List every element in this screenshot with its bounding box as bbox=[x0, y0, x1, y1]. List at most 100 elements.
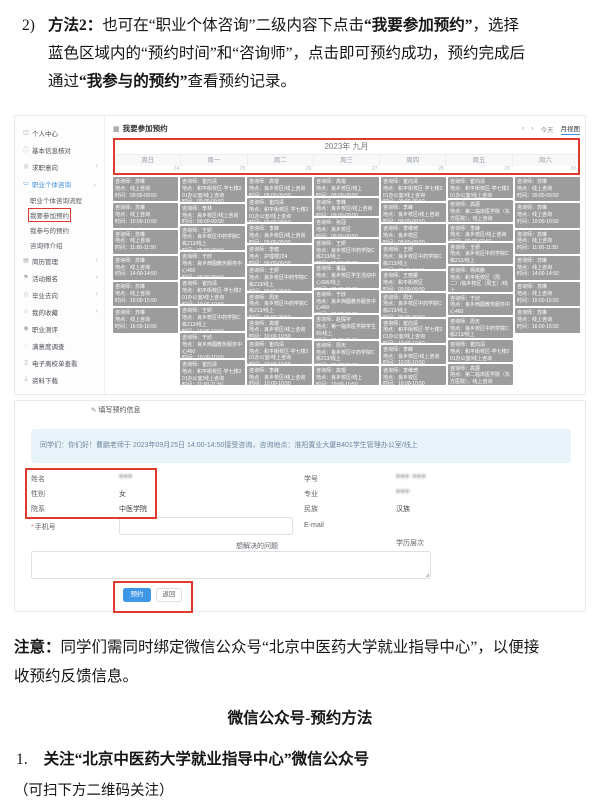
today-button[interactable]: 今天 bbox=[541, 124, 554, 134]
next-month-button[interactable]: › bbox=[531, 125, 533, 132]
appointment-slot[interactable]: 咨询师：苏琳地点：线上咨询时间：16:00-16:50 bbox=[515, 308, 580, 332]
appointment-slot[interactable]: 咨询师：董磊地点：良乡校区学生活动中心306/线上时间：09:00-09:50 bbox=[314, 264, 379, 288]
appointment-slot[interactable]: 咨询师：高琨地点：良乡校区/线上时间：09:00-09:50 bbox=[314, 177, 379, 196]
appointment-slot[interactable]: 咨询师：于欣地点：良乡西图教务服务中心460时间：09:00-09:50 bbox=[180, 252, 245, 277]
appointment-slot[interactable]: 咨询师：崔向清地点：和平街校区-学七楼201办公室/线上咨询时间：10:00-1… bbox=[247, 340, 312, 364]
appointment-slot[interactable]: 咨询师：李峰地点：良乡校区/线上咨询时间：09:00-09:50 bbox=[448, 224, 513, 241]
sidebar-item[interactable]: ⓘ基本信息核对 bbox=[15, 141, 104, 158]
ethnicity-label: 民族 bbox=[304, 504, 318, 514]
slot-time: 时间：10:00-10:50 bbox=[383, 341, 444, 343]
sidebar-item[interactable]: ◉职业测评 bbox=[15, 320, 104, 337]
submit-reservation-button[interactable]: 预约 bbox=[123, 588, 151, 602]
slot-time: 时间：09:00-09:50 bbox=[383, 199, 444, 201]
date-number: 30 bbox=[512, 166, 578, 173]
sidebar-item-label: 满意度调查 bbox=[32, 341, 65, 351]
sidebar-item[interactable]: ▯电子离校单查看 bbox=[15, 354, 104, 371]
slot-location: 地点：良乡校区中药学院C栋213/线上 bbox=[383, 254, 444, 268]
slot-location: 地点：线上咨询 bbox=[517, 317, 578, 324]
question-textarea[interactable] bbox=[31, 551, 431, 579]
sidebar-item[interactable]: ◌满意度调查 bbox=[15, 337, 104, 354]
sidebar-item[interactable]: ☆我的收藏‹ bbox=[15, 303, 104, 320]
sidebar-item[interactable]: 我参与的预约 bbox=[15, 222, 104, 237]
sidebar-item[interactable]: ◫个人中心 bbox=[15, 124, 104, 141]
sidebar-item[interactable]: ▭职业个体咨询⌄ bbox=[15, 175, 104, 192]
sidebar-item[interactable]: 我要参加预约 bbox=[15, 207, 104, 222]
appointment-slot[interactable]: 咨询师：苏琳地点：线上咨询时间：11:00-11:50 bbox=[113, 230, 178, 254]
appointment-slot[interactable]: 咨询师：苏琳地点：线上咨询时间：15:00-15:50 bbox=[515, 282, 580, 306]
appointment-slot[interactable]: 咨询师：崔向清地点：和平街校区-学七楼201办公室/线上咨询时间：10:00-1… bbox=[381, 319, 446, 343]
sidebar-item[interactable]: 职业个体咨询流程 bbox=[15, 192, 104, 207]
appointment-slot[interactable]: 咨询师：赵探宇地点：第一临床医学院学生科/线上时间：09:00-09:50 bbox=[314, 315, 379, 339]
sidebar-item[interactable]: 咨询师介绍 bbox=[15, 237, 104, 252]
appointment-slot[interactable]: 咨询师：周天地点：良乡校区中药学院C栋213/线上时间：09:00-09:50 bbox=[448, 317, 513, 338]
appointment-slot[interactable]: 咨询师：苏琳地点：线上咨询时间：09:00-09:50 bbox=[515, 177, 580, 201]
appointment-slot[interactable]: 咨询师：苏琳地点：线上咨询时间：09:00-09:50 bbox=[113, 177, 178, 201]
slot-location: 地点：线上咨询 bbox=[115, 238, 176, 245]
appointment-slot[interactable]: 咨询师：李峰地点：良乡校区/线上咨询时间：09:00-09:50 bbox=[247, 224, 312, 243]
slot-location: 地点：良乡校区中药学院C栋213/线上 bbox=[182, 315, 243, 329]
appointment-slot[interactable]: 咨询师：李健地点：护理楼224时间：09:00-09:50 bbox=[247, 245, 312, 264]
sidebar-item[interactable]: ⚑活动报名‹ bbox=[15, 269, 104, 286]
appointment-slot[interactable]: 咨询师：王妍地点：良乡校区中药学院C栋213/线上时间：09:00-09:50 bbox=[314, 239, 379, 263]
appointment-slot[interactable]: 咨询师：苏琳地点：线上咨询时间：16:00-16:50 bbox=[113, 308, 178, 332]
appointment-slot[interactable]: 咨询师：崔向清地点：和平街校区-学七楼201办公室/线上咨询时间：09:00-0… bbox=[247, 198, 312, 222]
appointment-slot[interactable]: 咨询师：周天地点：良乡校区中药学院C栋213/线上时间：09:00-09:50 bbox=[314, 341, 379, 365]
back-button[interactable]: 返回 bbox=[156, 588, 182, 602]
sidebar-item[interactable]: ◎求职意向‹ bbox=[15, 158, 104, 175]
appointment-slot[interactable]: 咨询师：高展地点：第二临床医学院（东方医院），线上咨询时间：09:00-09:5… bbox=[448, 200, 513, 221]
appointment-slot[interactable]: 咨询师：苏琳地点：线上咨询时间：14:00-14:50 bbox=[113, 256, 178, 280]
slot-counselor: 咨询师：周天 bbox=[450, 319, 511, 326]
appointment-slot[interactable]: 咨询师：李峰地点：良乡校区/线上咨询时间：09:00-09:50 bbox=[314, 198, 379, 217]
appointment-slot[interactable]: 咨询师：苏琳地点：线上咨询时间：10:00-10:50 bbox=[113, 203, 178, 227]
appointment-slot[interactable]: 咨询师：王妍地点：良乡校区中药学院C栋213/线上时间：09:00-09:50 bbox=[448, 243, 513, 264]
slot-counselor: 咨询师：崔向清 bbox=[249, 200, 310, 207]
appointment-slot[interactable]: 咨询师：苏琳地点：线上咨询时间：11:00-11:50 bbox=[515, 230, 580, 254]
phone-input[interactable] bbox=[119, 517, 293, 535]
appointment-slot[interactable]: 咨询师：王妍地点：良乡校区中药学院C栋213/线上时间：10:00-10:50 bbox=[180, 306, 245, 331]
appointment-slot[interactable]: 咨询师：李林地点：良乡校区/线上咨询时间：09:00-09:50 bbox=[180, 204, 245, 224]
appointment-slot[interactable]: 咨询师：王妍地点：良乡校区中药学院C栋213/线上时间：09:00-09:50 bbox=[381, 245, 446, 269]
appointment-slot[interactable]: 咨询师：高展地点：第二临床医学院（东方医院），线上咨询时间：10:00-10:5… bbox=[448, 364, 513, 385]
appointment-slot[interactable]: 咨询师：崔向清地点：和平街校区-学七楼201办公室/线上咨询时间：09:00-0… bbox=[180, 177, 245, 202]
sidebar-item[interactable]: ◇毕业去向‹ bbox=[15, 286, 104, 303]
slot-location: 地点：良乡西图教务服务中心460 bbox=[450, 302, 511, 315]
appointment-slot[interactable]: 咨询师：苏琳地点：线上咨询时间：15:00-15:50 bbox=[113, 282, 178, 306]
appointment-slot[interactable]: 咨询师：于欣地点：良乡西图教务服务中心460时间：09:00-09:50 bbox=[314, 290, 379, 314]
appointment-slot[interactable]: 咨询师：王丽媛地点：和平街校区时间：09:00-09:50 bbox=[381, 271, 446, 290]
appointment-slot[interactable]: 咨询师：张冠地点：良乡校区时间：09:00-09:50 bbox=[314, 218, 379, 237]
appointment-slot[interactable]: 咨询师：于欣地点：良乡西图教务服务中心460时间：10:00-10:50 bbox=[180, 333, 245, 358]
appointment-slot[interactable]: 咨询师：李维琦地点：良乡校区时间：09:00-09:50 bbox=[381, 224, 446, 243]
appointment-slot[interactable]: 咨询师：李维琦地点：良乡校区时间：10:00-10:50 bbox=[381, 366, 446, 385]
calendar-day-column: 咨询师：苏琳地点：线上咨询时间：09:00-09:50咨询师：苏琳地点：线上咨询… bbox=[113, 177, 178, 385]
appointment-slot[interactable]: 咨询师：高琨地点：良乡校区/线上咨询时间：09:00-09:50 bbox=[247, 177, 312, 196]
appointment-slot[interactable]: 咨询师：崔向清地点：和平街校区-学七楼201办公室/线上咨询时间：11:00-1… bbox=[180, 360, 245, 385]
appointment-slot[interactable]: 咨询师：王妍地点：良乡校区中药学院C栋213/线上时间：09:00-09:50 bbox=[247, 266, 312, 290]
appointment-slot[interactable]: 咨询师：高琨地点：良乡校区/线上咨询时间：10:00-10:50 bbox=[247, 319, 312, 338]
appointment-slot[interactable]: 咨询师：王妍地点：良乡校区中药学院C栋213/线上时间：09:00-09:50 bbox=[180, 226, 245, 251]
slot-counselor: 咨询师：李峰 bbox=[383, 205, 444, 212]
appointment-slot[interactable]: 咨询师：周天地点：良乡校区中药学院C栋213/线上时间：09:00-09:50 bbox=[247, 293, 312, 317]
appointment-slot[interactable]: 咨询师：李峰地点：良乡校区/线上咨询时间：09:00-09:50 bbox=[381, 203, 446, 222]
appointment-slot[interactable]: 咨询师：杨岚鹏地点：和平街校区（周二）/良乡校区（周五）/线上时间：09:00-… bbox=[448, 266, 513, 292]
appointment-slot[interactable]: 咨询师：崔向清地点：和平街校区-学七楼201办公室/线上咨询时间：09:00-0… bbox=[448, 177, 513, 198]
note-paragraph: 注意：同学们需同时绑定微信公众号“北京中医药大学就业指导中心”，以便接 收预约反… bbox=[14, 633, 592, 691]
appointment-slot[interactable]: 咨询师：于欣地点：良乡西图教务服务中心460时间：09:00-09:50 bbox=[448, 294, 513, 315]
slot-counselor: 咨询师：苏琳 bbox=[517, 284, 578, 291]
appointment-slot[interactable]: 咨询师：苏琳地点：线上咨询时间：14:00-14:50 bbox=[515, 256, 580, 280]
appointment-slot[interactable]: 咨询师：崔向清地点：和平街校区-学七楼201办公室/线上咨询时间：09:00-0… bbox=[381, 177, 446, 201]
slot-location: 地点：良乡校区/线上咨询 bbox=[249, 186, 310, 193]
appointment-slot[interactable]: 咨询师：高琨地点：良乡校区/线上时间：10:00-10:50 bbox=[314, 366, 379, 385]
sidebar-item[interactable]: ▤简历管理‹ bbox=[15, 252, 104, 269]
sidebar-item[interactable]: ⤓资料下载 bbox=[15, 371, 104, 388]
month-view-tab[interactable]: 月视图 bbox=[561, 123, 581, 135]
appointment-slot[interactable]: 咨询师：李峰地点：良乡校区/线上咨询时间：10:00-10:50 bbox=[247, 366, 312, 385]
section-heading: 微信公众号-预约方法 bbox=[0, 706, 600, 728]
graduation-icon: ◇ bbox=[22, 291, 30, 298]
appointment-slot[interactable]: 咨询师：崔向清地点：和平街校区-学七楼201办公室/线上咨询时间：10:00-1… bbox=[448, 340, 513, 361]
appointment-slot[interactable]: 咨询师：李峰地点：良乡校区/线上咨询时间：10:00-10:50 bbox=[381, 345, 446, 364]
resize-grip-icon[interactable] bbox=[425, 573, 429, 577]
appointment-slot[interactable]: 咨询师：崔向清地点：和平街校区-学七楼201办公室/线上咨询时间：10:00-1… bbox=[180, 279, 245, 304]
appointment-slot[interactable]: 咨询师：苏琳地点：线上咨询时间：10:00-10:50 bbox=[515, 203, 580, 227]
appointment-slot[interactable]: 咨询师：周天地点：良乡校区中药学院C栋213/线上时间：09:00-09:50 bbox=[381, 293, 446, 317]
prev-month-button[interactable]: ‹ bbox=[522, 125, 524, 132]
